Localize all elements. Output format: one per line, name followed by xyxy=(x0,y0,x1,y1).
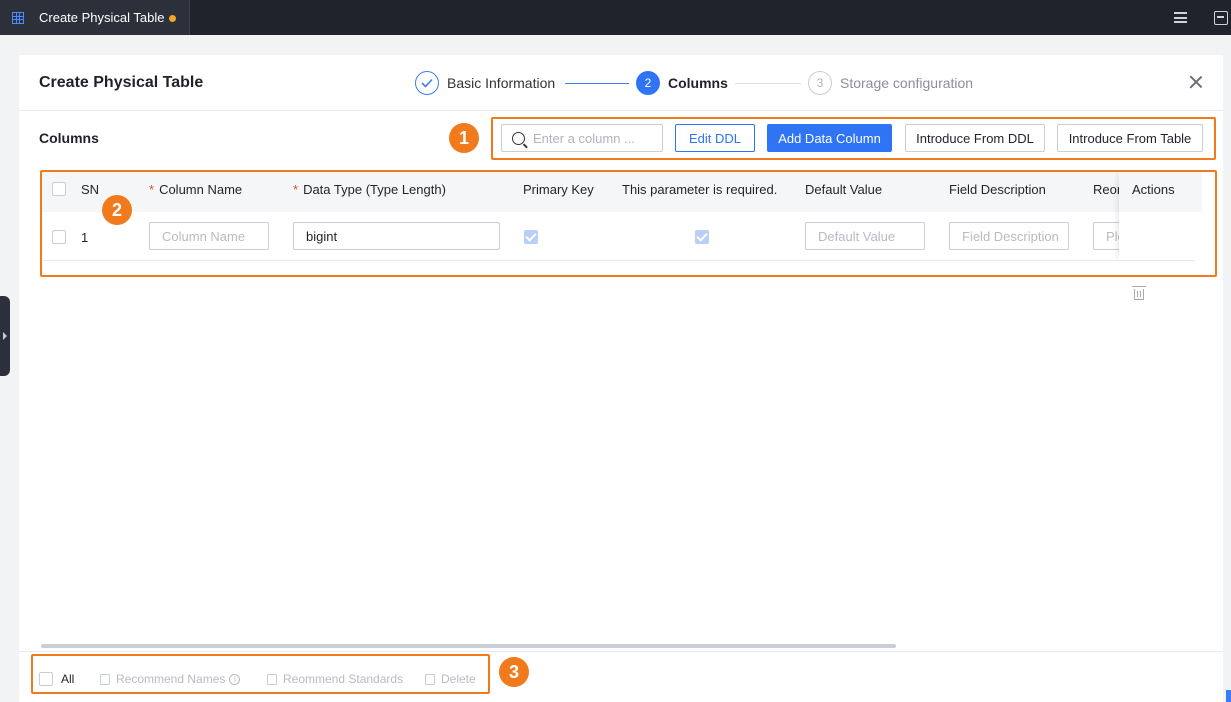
check-icon xyxy=(415,71,439,95)
step-connector xyxy=(565,83,629,84)
step-connector xyxy=(735,83,801,84)
annotation-box-footer xyxy=(31,654,490,694)
close-icon[interactable] xyxy=(1189,75,1203,89)
annotation-badge: 3 xyxy=(499,657,529,687)
corner-accent xyxy=(1226,690,1231,702)
horizontal-scrollbar[interactable] xyxy=(41,644,896,648)
step-number: 2 xyxy=(636,71,660,95)
editor-tab[interactable]: Create Physical Table xyxy=(0,0,190,35)
annotation-badge: 1 xyxy=(449,123,479,153)
delete-row-icon[interactable] xyxy=(1132,286,1146,300)
annotation-box-table xyxy=(40,170,1217,277)
annotation-box-toolbar xyxy=(491,117,1216,160)
step-label: Storage configuration xyxy=(840,75,974,91)
step-number: 3 xyxy=(808,71,832,95)
unsaved-dot-icon xyxy=(169,15,176,22)
menu-icon[interactable] xyxy=(1174,12,1187,23)
side-panel-toggle[interactable] xyxy=(0,296,10,376)
annotation-badge: 2 xyxy=(102,195,132,225)
top-bar: Create Physical Table xyxy=(0,0,1231,35)
dialog-title: Create Physical Table xyxy=(39,74,204,91)
step-storage-configuration[interactable]: 3 Storage configuration xyxy=(808,71,973,95)
tab-title: Create Physical Table xyxy=(39,10,165,25)
layout-icon[interactable] xyxy=(1214,11,1228,25)
section-title: Columns xyxy=(39,130,99,146)
divider xyxy=(19,110,1223,111)
step-label: Basic Information xyxy=(447,75,556,91)
step-columns[interactable]: 2 Columns xyxy=(636,71,728,95)
step-label: Columns xyxy=(668,75,728,91)
step-basic-information[interactable]: Basic Information xyxy=(415,71,555,95)
divider xyxy=(19,651,1223,652)
table-icon xyxy=(12,11,24,24)
